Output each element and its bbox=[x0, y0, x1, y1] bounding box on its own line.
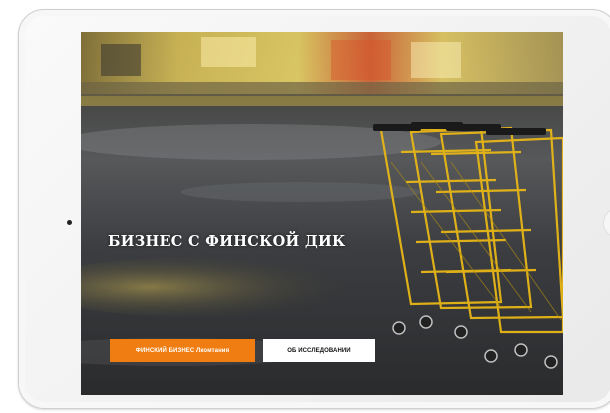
tablet-device-frame: БИЗНЕС С ФИНСКОЙ ДИК ФИНСКИЙ БИЗНЕС Лком… bbox=[18, 9, 610, 409]
screen: БИЗНЕС С ФИНСКОЙ ДИК ФИНСКИЙ БИЗНЕС Лком… bbox=[81, 32, 563, 395]
finnish-business-button[interactable]: ФИНСКИЙ БИЗНЕС Лкомтания bbox=[110, 339, 255, 362]
home-button[interactable] bbox=[603, 208, 610, 238]
hero-title: БИЗНЕС С ФИНСКОЙ ДИК bbox=[108, 233, 346, 250]
about-research-button[interactable]: ОБ ИССЛЕДОВАНИИ bbox=[263, 339, 375, 362]
front-camera bbox=[67, 220, 72, 225]
